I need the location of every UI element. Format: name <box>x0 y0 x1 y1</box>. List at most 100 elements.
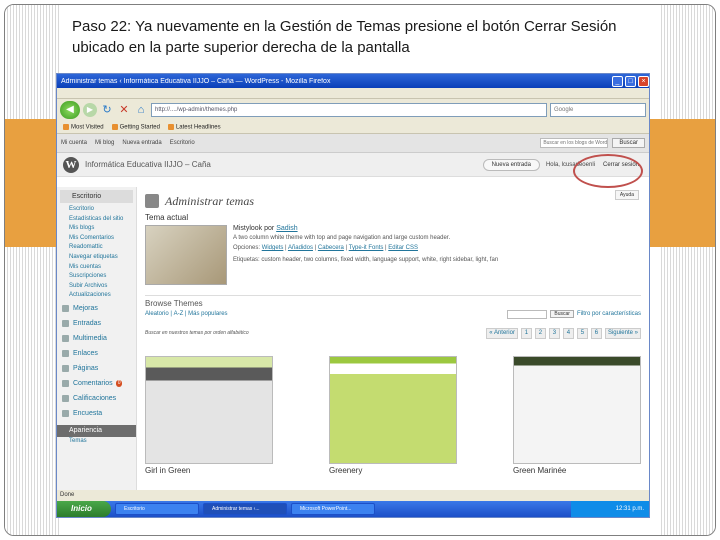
help-tab[interactable]: Ayuda <box>614 190 639 200</box>
option-header-link[interactable]: Cabecera <box>318 245 344 251</box>
address-bar[interactable]: http://..../wp-admin/themes.php <box>151 103 547 117</box>
bookmark-icon <box>63 123 69 130</box>
taskbar-item-powerpoint[interactable]: Microsoft PowerPoint... <box>291 503 375 515</box>
admin-bar-my-blog[interactable]: Mi blog <box>95 140 114 146</box>
current-theme-name: Mistylook por Sadish <box>233 225 298 232</box>
sidebar-subitem[interactable]: Suscripciones <box>57 272 136 282</box>
current-theme-tags: Etiquetas: custom header, two columns, f… <box>233 257 499 263</box>
theme-thumbnail[interactable] <box>513 356 641 464</box>
theme-options: Opciones: Widgets | Añadidos | Cabecera … <box>233 245 418 251</box>
sidebar-subitem[interactable]: Estadísticas del sitio <box>57 215 136 225</box>
sidebar-subitem[interactable]: Mis Comentarios <box>57 234 136 244</box>
forward-icon[interactable]: ▶ <box>83 103 97 117</box>
browse-themes-heading: Browse Themes <box>145 295 641 308</box>
wordpress-logo-icon[interactable]: W <box>63 156 79 173</box>
favorite-actions-dropdown[interactable]: Nueva entrada <box>482 158 540 171</box>
sidebar-item-comentarios[interactable]: Comentarios 0 <box>57 376 136 391</box>
status-bar: Done <box>57 490 649 501</box>
pages-icon <box>62 364 69 372</box>
minimize-icon[interactable]: _ <box>612 75 623 87</box>
browse-random-link[interactable]: Aleatorio <box>145 311 169 317</box>
taskbar-item-desktop[interactable]: Escritorio <box>115 503 199 515</box>
links-icon <box>62 349 69 357</box>
sidebar-head-dashboard[interactable]: Escritorio <box>60 190 133 203</box>
pager-prev[interactable]: « Anterior <box>486 327 518 339</box>
maximize-icon[interactable]: □ <box>625 75 636 87</box>
pager-page[interactable]: 5 <box>576 327 588 339</box>
bookmark-getting-started[interactable]: Getting Started <box>111 123 160 130</box>
sidebar-item-paginas[interactable]: Páginas <box>57 361 136 376</box>
pager-info: Buscar en nuestros temas por orden alfab… <box>145 330 249 336</box>
sidebar-item-entradas[interactable]: Entradas <box>57 316 136 331</box>
theme-author-link[interactable]: Sadish <box>276 225 297 232</box>
option-extras-link[interactable]: Añadidos <box>288 245 313 251</box>
pager-page[interactable]: 3 <box>548 327 560 339</box>
browser-search-input[interactable]: Google <box>550 103 646 117</box>
feature-filter-link[interactable]: Filtro por características <box>577 311 641 317</box>
home-icon[interactable]: ⌂ <box>134 103 148 117</box>
reload-icon[interactable]: ↻ <box>100 103 114 117</box>
current-theme-panel: Mistylook por Sadish A two column white … <box>145 225 641 289</box>
window-title: Administrar temas ‹ Informática Educativ… <box>61 77 331 85</box>
pager-page[interactable]: 1 <box>520 327 532 339</box>
theme-name[interactable]: Greenery <box>329 466 457 475</box>
sidebar-subitem[interactable]: Readomattic <box>57 243 136 253</box>
sidebar-subitem[interactable]: Actualizaciones <box>57 291 136 301</box>
theme-card[interactable]: Greenery <box>329 356 457 475</box>
bookmark-latest-headlines[interactable]: Latest Headlines <box>167 123 221 130</box>
theme-card[interactable]: Green Marinée <box>513 356 641 475</box>
theme-search-button[interactable]: Buscar <box>550 310 574 318</box>
bookmark-most-visited[interactable]: Most Visited <box>63 123 104 130</box>
sidebar-subitem[interactable]: Mis cuentas <box>57 263 136 273</box>
close-icon[interactable]: × <box>638 75 649 87</box>
taskbar-item-firefox[interactable]: Administrar temas ‹... <box>203 503 287 515</box>
theme-name[interactable]: Green Marinée <box>513 466 641 475</box>
sidebar-item-enlaces[interactable]: Enlaces <box>57 346 136 361</box>
page-header: Administrar temas <box>145 191 641 211</box>
pager-page[interactable]: 6 <box>590 327 602 339</box>
sidebar-subitem[interactable]: Navegar etiquetas <box>57 253 136 263</box>
upgrade-icon <box>62 304 69 312</box>
sidebar-item-multimedia[interactable]: Multimedia <box>57 331 136 346</box>
option-edit-css-link[interactable]: Editar CSS <box>388 245 418 251</box>
sidebar-subitem[interactable]: Subir Archivos <box>57 282 136 292</box>
start-button[interactable]: Inicio <box>57 501 111 517</box>
theme-card[interactable]: Girl in Green <box>145 356 273 475</box>
navigation-toolbar: ◀ ▶ ↻ ✕ ⌂ http://..../wp-admin/themes.ph… <box>57 99 649 121</box>
browse-controls: Aleatorio | A-Z | Más populares Buscar F… <box>145 309 641 319</box>
sidebar-subitem[interactable]: Escritorio <box>57 205 136 215</box>
browse-az-link[interactable]: A-Z <box>174 311 184 317</box>
current-theme-screenshot <box>145 225 227 285</box>
posts-icon <box>62 319 69 327</box>
theme-name[interactable]: Girl in Green <box>145 466 273 475</box>
admin-bar-search-input[interactable] <box>540 138 609 148</box>
admin-bar-new-post[interactable]: Nueva entrada <box>122 140 161 146</box>
option-widgets-link[interactable]: Widgets <box>262 245 284 251</box>
stop-icon[interactable]: ✕ <box>117 103 131 117</box>
pager-page[interactable]: 2 <box>534 327 546 339</box>
right-stripes <box>659 5 715 535</box>
sidebar-item-calificaciones[interactable]: Calificaciones <box>57 391 136 406</box>
current-theme-info: Mistylook por Sadish A two column white … <box>233 225 641 289</box>
sidebar-subitem[interactable]: Mis blogs <box>57 224 136 234</box>
sidebar-item-encuesta[interactable]: Encuesta <box>57 406 136 421</box>
browse-popular-link[interactable]: Más populares <box>188 311 227 317</box>
pager-page[interactable]: 4 <box>562 327 574 339</box>
theme-search-input[interactable] <box>507 309 548 319</box>
wp-admin-bar: Mi cuenta Mi blog Nueva entrada Escritor… <box>57 134 649 153</box>
back-icon[interactable]: ◀ <box>60 101 80 119</box>
left-stripes <box>5 5 61 535</box>
pager-next[interactable]: Siguiente » <box>604 327 641 339</box>
option-fonts-link[interactable]: Type-it Fonts <box>349 245 384 251</box>
admin-bar-my-account[interactable]: Mi cuenta <box>61 140 87 146</box>
theme-thumbnail[interactable] <box>145 356 273 464</box>
admin-bar-dashboard[interactable]: Escritorio <box>170 140 195 146</box>
theme-thumbnail[interactable] <box>329 356 457 464</box>
admin-bar-search-button[interactable]: Buscar <box>612 138 645 148</box>
comments-count-badge: 0 <box>115 379 123 387</box>
theme-grid: Girl in Green Greenery Green Marinée <box>145 356 641 475</box>
sidebar-subitem-temas[interactable]: Temas <box>57 437 136 447</box>
site-name[interactable]: Informática Educativa IIJJO – Caña <box>85 160 211 169</box>
sidebar-item-mejoras[interactable]: Mejoras <box>57 301 136 316</box>
sidebar-item-apariencia[interactable]: Apariencia <box>57 424 136 437</box>
